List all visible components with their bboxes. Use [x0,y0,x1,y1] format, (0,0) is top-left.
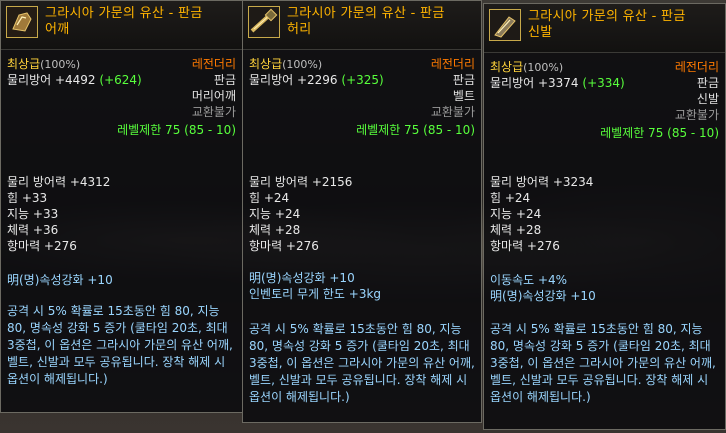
belt-armor-icon [248,6,280,38]
item-tooltip-boots: 그라시아 가문의 유산 - 판금 신발 최상급(100%) 레전더리 물리방어 … [483,3,726,430]
item-name: 그라시아 가문의 유산 - 판금 허리 [287,6,445,37]
shoulder-armor-icon [6,6,38,38]
item-tooltip-shoulder: 그라시아 가문의 유산 - 판금 어깨 최상급(100%) 레전더리 물리방어 … [0,0,243,413]
armor-type: 판금 [452,73,475,87]
stat-line: 지능 +24 [490,207,542,221]
level-limit: 레벨제한 75 (85 - 10) [356,123,475,137]
stat-line: 체력 +28 [490,223,542,237]
defense-line: 물리방어 +3374 (+334) [490,76,625,90]
enchant-line: 明(명)속성강화 +10 [249,271,355,285]
stat-line: 항마력 +276 [490,239,560,253]
item-slot: 벨트 [452,89,475,103]
stat-line: 지능 +24 [249,207,301,221]
trade-status: 교환불가 [191,105,236,119]
armor-type: 판금 [696,76,719,90]
item-name: 그라시아 가문의 유산 - 판금 신발 [528,9,686,40]
armor-type: 판금 [213,73,236,87]
level-limit: 레벨제한 75 (85 - 10) [600,126,719,140]
trade-status: 교환불가 [430,105,475,119]
boots-armor-icon [489,9,521,41]
enchant-line: 明(명)속성강화 +10 [490,289,596,303]
stat-line: 항마력 +276 [7,239,77,253]
item-tooltip-belt: 그라시아 가문의 유산 - 판금 허리 최상급(100%) 레전더리 물리방어 … [242,0,482,423]
stat-line: 물리 방어력 +3234 [490,175,594,189]
stat-line: 힘 +33 [7,191,48,205]
stat-line: 체력 +36 [7,223,59,237]
stat-line: 힘 +24 [490,191,531,205]
stat-line: 힘 +24 [249,191,290,205]
item-rarity: 레전더리 [430,57,475,71]
stat-line: 물리 방어력 +2156 [249,175,353,189]
item-slot: 신발 [696,92,719,106]
item-grade: 최상급(100%) [249,57,323,71]
defense-line: 물리방어 +2296 (+325) [249,73,384,87]
item-rarity: 레전더리 [191,57,236,71]
stat-line: 지능 +33 [7,207,59,221]
set-option-description: 공격 시 5% 확률로 15초동안 힘 80, 지능 80, 명속성 강화 5 … [490,322,716,404]
enchant-line: 인벤토리 무게 한도 +3kg [249,287,382,301]
set-option-description: 공격 시 5% 확률로 15초동안 힘 80, 지능 80, 명속성 강화 5 … [7,304,233,386]
item-rarity: 레전더리 [674,60,719,74]
enchant-line: 이동속도 +4% [490,273,568,287]
trade-status: 교환불가 [674,108,719,122]
set-option-description: 공격 시 5% 확률로 15초동안 힘 80, 지능 80, 명속성 강화 5 … [249,322,475,404]
stat-line: 물리 방어력 +4312 [7,175,111,189]
enchant-line: 明(명)속성강화 +10 [7,273,113,287]
item-grade: 최상급(100%) [7,57,81,71]
item-slot: 머리어깨 [191,89,236,103]
item-name: 그라시아 가문의 유산 - 판금 어깨 [45,6,203,37]
item-grade: 최상급(100%) [490,60,564,74]
stat-line: 체력 +28 [249,223,301,237]
stat-line: 항마력 +276 [249,239,319,253]
level-limit: 레벨제한 75 (85 - 10) [117,123,236,137]
defense-line: 물리방어 +4492 (+624) [7,73,142,87]
screenshot-stage: 그라시아 가문의 유산 - 판금 어깨 최상급(100%) 레전더리 물리방어 … [0,0,726,433]
